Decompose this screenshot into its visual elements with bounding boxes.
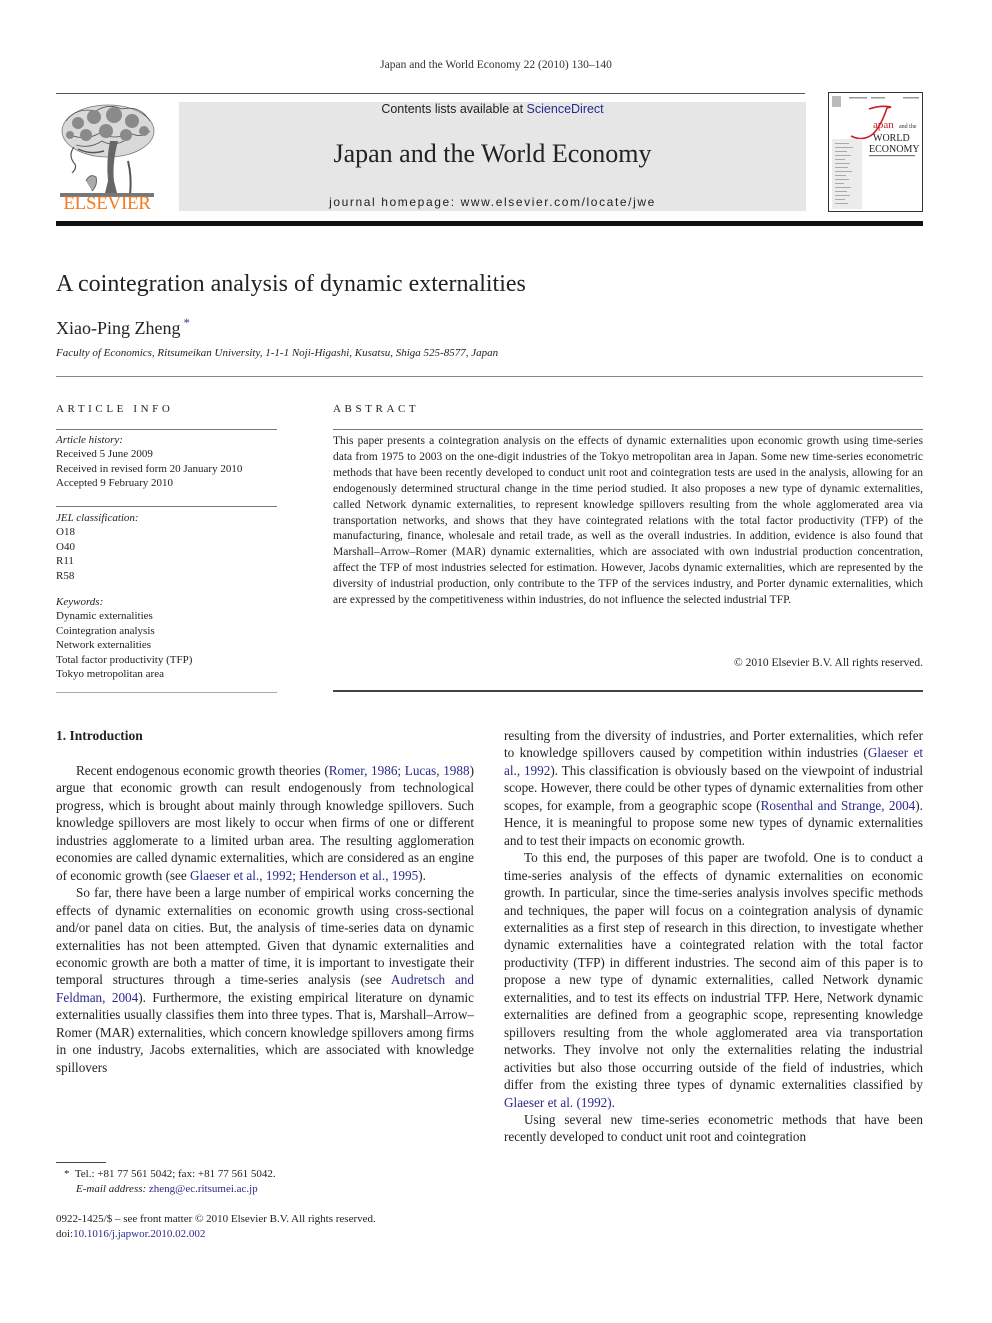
article-info-heading: ARTICLE INFO [56, 403, 174, 415]
abstract-text: This paper presents a cointegration anal… [333, 435, 923, 607]
jel-code: R58 [56, 569, 75, 582]
keywords: Keywords: Dynamic externalities Cointegr… [56, 595, 281, 681]
jel-classification: JEL classification: O18 O40 R11 R58 [56, 511, 281, 583]
citation-link[interactable]: Rosenthal and Strange, 2004 [761, 798, 916, 813]
citation-link[interactable]: Romer, 1986; Lucas, 1988 [329, 763, 470, 778]
elsevier-wordmark: ELSEVIER [63, 193, 151, 214]
affiliation-rule [56, 376, 923, 377]
contents-availability-line: Contents lists available at ScienceDirec… [179, 102, 806, 116]
section-heading-introduction: 1. Introduction [56, 728, 143, 743]
sciencedirect-link[interactable]: ScienceDirect [527, 102, 604, 116]
citation-link[interactable]: Glaeser et al., 1992; Henderson et al., … [190, 868, 418, 883]
abstract-copyright: © 2010 Elsevier B.V. All rights reserved… [734, 657, 923, 669]
email-label: E-mail address: [76, 1183, 149, 1195]
journal-homepage-link[interactable]: journal homepage: www.elsevier.com/locat… [179, 195, 806, 209]
history-item: Accepted 9 February 2010 [56, 477, 173, 490]
text-run: Using several new time-series econometri… [504, 1111, 923, 1145]
article-info-rule [56, 506, 277, 507]
abstract-rule [333, 429, 923, 430]
keyword: Cointegration analysis [56, 624, 155, 637]
history-item: Received 5 June 2009 [56, 448, 153, 461]
text-run: ) argue that economic growth can result … [56, 763, 474, 883]
keyword: Tokyo metropolitan area [56, 668, 164, 681]
body-column-left: Recent endogenous economic growth theori… [56, 762, 474, 1076]
author-email-link[interactable]: zheng@ec.ritsumei.ac.jp [149, 1183, 258, 1195]
history-item: Received in revised form 20 January 2010 [56, 462, 243, 475]
history-label: Article history: [56, 434, 123, 446]
article-info-rule [56, 429, 277, 430]
keywords-label: Keywords: [56, 596, 104, 608]
keyword: Dynamic externalities [56, 610, 153, 623]
footnote-marker: * [64, 1168, 70, 1180]
article-history: Article history: Received 5 June 2009 Re… [56, 433, 281, 491]
body-paragraph: Recent endogenous economic growth theori… [56, 762, 474, 884]
issn-line: 0922-1425/$ – see front matter © 2010 El… [56, 1213, 376, 1225]
keyword: Total factor productivity (TFP) [56, 653, 193, 666]
jel-code: R11 [56, 555, 74, 568]
jel-label: JEL classification: [56, 512, 139, 524]
citation-link[interactable]: Glaeser et al. (1992) [504, 1095, 612, 1110]
author-affiliation: Faculty of Economics, Ritsumeikan Univer… [56, 347, 499, 359]
author-footnote-marker[interactable]: * [183, 315, 190, 330]
svg-text:ECONOMY: ECONOMY [869, 144, 920, 155]
doi-link[interactable]: 10.1016/j.japwor.2010.02.002 [73, 1228, 205, 1240]
text-run: . [611, 1094, 615, 1110]
body-paragraph-continued: resulting from the diversity of industri… [504, 727, 923, 849]
author-footnote: * Tel.: +81 77 561 5042; fax: +81 77 561… [64, 1167, 276, 1197]
text-run: Recent endogenous economic growth theori… [76, 763, 329, 778]
author-name: Xiao-Ping Zheng [56, 318, 181, 338]
doi-prefix: doi: [56, 1228, 74, 1240]
article-info-rule [56, 692, 277, 693]
svg-text:and the: and the [899, 124, 917, 130]
footnote-rule [56, 1162, 106, 1163]
cover-title-japan: apan [873, 119, 894, 131]
front-matter: 0922-1425/$ – see front matter © 2010 El… [56, 1212, 376, 1242]
journal-title: Japan and the World Economy [333, 139, 652, 168]
author-line: Xiao-Ping Zheng * [56, 315, 190, 339]
masthead-bottom-rule [56, 221, 923, 226]
footnote-contact: Tel.: +81 77 561 5042; fax: +81 77 561 5… [74, 1168, 276, 1180]
abstract-rule [333, 690, 923, 692]
svg-text:WORLD: WORLD [873, 133, 910, 144]
journal-cover-thumbnail: apan and the WORLD ECONOMY [828, 92, 923, 212]
article-title: A cointegration analysis of dynamic exte… [56, 271, 526, 297]
masthead-top-rule [56, 93, 805, 94]
jel-code: O40 [56, 540, 75, 553]
jel-code: O18 [56, 526, 75, 539]
text-run: resulting from the diversity of industri… [504, 728, 923, 761]
text-run: ). [418, 867, 426, 883]
body-column-right: resulting from the diversity of industri… [504, 727, 923, 1146]
body-paragraph: So far, there have been a large number o… [56, 884, 474, 1076]
body-paragraph: Using several new time-series econometri… [504, 1111, 923, 1146]
keyword: Network externalities [56, 639, 151, 652]
abstract-heading: ABSTRACT [333, 403, 420, 415]
text-run: To this end, the purposes of this paper … [504, 850, 923, 1093]
contents-prefix: Contents lists available at [381, 102, 527, 116]
running-head: Japan and the World Economy 22 (2010) 13… [380, 59, 612, 71]
body-paragraph: To this end, the purposes of this paper … [504, 849, 923, 1111]
